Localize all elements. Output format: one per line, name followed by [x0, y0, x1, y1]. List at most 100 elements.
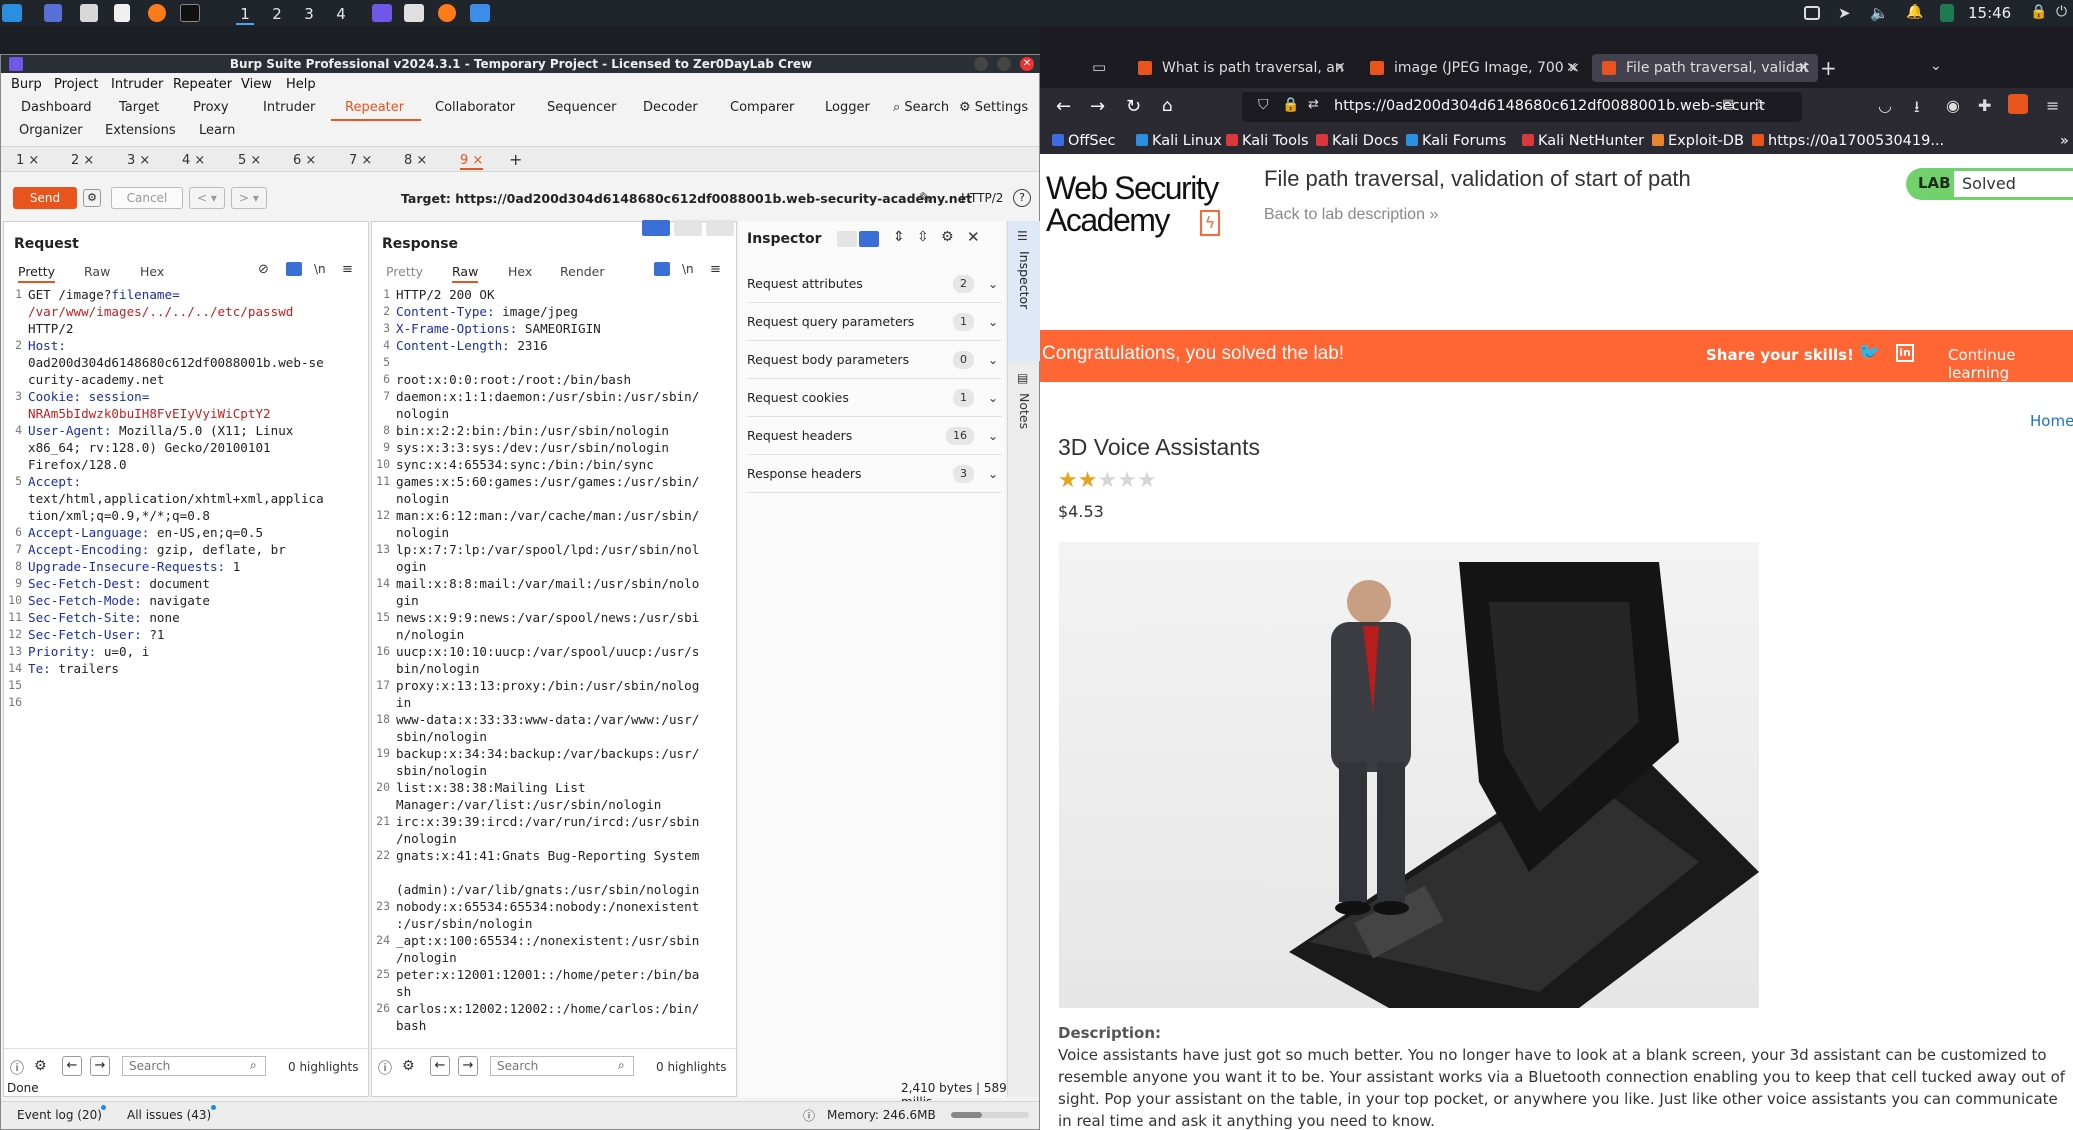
wsa-logo[interactable]: Web Security Academy ϟ: [1046, 172, 1236, 252]
menu-icon[interactable]: ≡: [710, 262, 721, 277]
cancel-button[interactable]: Cancel: [111, 187, 183, 209]
layout-split-icon[interactable]: [642, 220, 670, 236]
chevron-down-icon[interactable]: ⌄: [988, 417, 998, 455]
code-line[interactable]: Upgrade-Insecure-Requests: 1: [28, 558, 240, 575]
menu-project[interactable]: Project: [54, 77, 98, 92]
gear-icon[interactable]: ⚙: [34, 1058, 47, 1074]
code-line[interactable]: NRAm5bIdwzk0buIH8FvEIyVyiWiCptY2: [28, 405, 271, 422]
twitter-icon[interactable]: 🐦: [1858, 342, 1880, 363]
code-line[interactable]: list:x:38:38:Mailing List: [396, 779, 586, 796]
chevron-down-icon[interactable]: ⌄: [988, 455, 998, 493]
code-line[interactable]: Host:: [28, 337, 66, 354]
layout-horizontal-icon[interactable]: [674, 220, 702, 236]
repeater-tab-2[interactable]: 2 ×: [71, 153, 94, 168]
back-icon[interactable]: ←: [1056, 96, 1071, 117]
extensions-icon[interactable]: ✚: [1978, 96, 1991, 115]
bookmark-kali-tools[interactable]: Kali Tools: [1226, 133, 1309, 149]
volume-icon[interactable]: 🔈: [1870, 4, 1889, 22]
code-line[interactable]: sh: [396, 983, 411, 1000]
desktop-icon[interactable]: [44, 4, 62, 22]
code-line[interactable]: text/html,application/xhtml+xml,applica: [28, 490, 324, 507]
code-line[interactable]: daemon:x:1:1:daemon:/usr/sbin:/usr/sbin/: [396, 388, 699, 405]
code-line[interactable]: Content-Length: 2316: [396, 337, 548, 354]
kali-menu-icon[interactable]: [2, 4, 22, 22]
menu-burp[interactable]: Burp: [11, 77, 42, 92]
tab-list-icon[interactable]: ⌄: [1930, 58, 1942, 74]
forward-icon[interactable]: →: [1090, 96, 1105, 117]
code-line[interactable]: (admin):/var/lib/gnats:/usr/sbin/nologin: [396, 881, 699, 898]
maximize-button[interactable]: [997, 57, 1011, 71]
more-bookmarks-icon[interactable]: »: [2060, 133, 2069, 149]
code-line[interactable]: nologin: [396, 524, 449, 541]
inspector-section[interactable]: Request attributes 2 ⌄: [747, 265, 1002, 303]
code-line[interactable]: 0ad200d304d6148680c612df0088001b.web-se: [28, 354, 324, 371]
workspace-4[interactable]: 4: [332, 5, 350, 23]
code-line[interactable]: _apt:x:100:65534::/nonexistent:/usr/sbin: [396, 932, 699, 949]
list-view-icon[interactable]: [837, 231, 857, 247]
code-line[interactable]: sbin/nologin: [396, 728, 487, 745]
linkedin-icon[interactable]: in: [1896, 344, 1914, 362]
code-line[interactable]: Content-Type: image/jpeg: [396, 303, 578, 320]
hide-icon[interactable]: ⊘: [258, 262, 269, 277]
reload-icon[interactable]: ↻: [1126, 96, 1141, 117]
code-line[interactable]: Firefox/128.0: [28, 456, 127, 473]
code-line[interactable]: proxy:x:13:13:proxy:/bin:/usr/sbin/nolog: [396, 677, 699, 694]
menu-help[interactable]: Help: [286, 77, 316, 92]
wrap-icon[interactable]: [654, 262, 670, 276]
code-line[interactable]: sys:x:3:3:sys:/dev:/usr/sbin/nologin: [396, 439, 669, 456]
tab-intruder[interactable]: Intruder: [263, 100, 315, 115]
help-icon[interactable]: ?: [1013, 189, 1031, 207]
code-line[interactable]: news:x:9:9:news:/var/spool/news:/usr/sbi: [396, 609, 699, 626]
code-line[interactable]: carlos:x:12002:12002::/home/carlos:/bin/: [396, 1000, 699, 1017]
code-line[interactable]: irc:x:39:39:ircd:/var/run/ircd:/usr/sbin: [396, 813, 699, 830]
url-bar[interactable]: ⛉ 🔒 ⇄ https://0ad200d304d6148680c612df00…: [1242, 92, 1802, 122]
code-line[interactable]: :/usr/sbin/nologin: [396, 915, 532, 932]
bookmark-kali-linux[interactable]: Kali Linux: [1136, 133, 1222, 149]
next-match-button[interactable]: →: [458, 1056, 478, 1076]
response-tab-pretty[interactable]: Pretty: [386, 264, 423, 279]
code-line[interactable]: Accept:: [28, 473, 81, 490]
request-editor[interactable]: 1 GET /image?filename=/var/www/images/../…: [4, 286, 368, 1026]
request-tab-raw[interactable]: Raw: [84, 264, 110, 279]
code-line[interactable]: Sec-Fetch-User: ?1: [28, 626, 164, 643]
chevron-down-icon[interactable]: ⌄: [988, 379, 998, 417]
notes-icon[interactable]: ▤: [1017, 371, 1028, 385]
inspector-section[interactable]: Request headers 16 ⌄: [747, 417, 1002, 455]
code-line[interactable]: bin/nologin: [396, 660, 479, 677]
next-match-button[interactable]: →: [90, 1056, 110, 1076]
tab-learn[interactable]: Learn: [199, 123, 235, 138]
repeater-tab-5[interactable]: 5 ×: [238, 153, 261, 168]
folder-taskbar-icon[interactable]: [470, 4, 490, 22]
side-tab-notes[interactable]: Notes: [1017, 393, 1032, 429]
bookmark-star-icon[interactable]: ☆: [1752, 95, 1766, 114]
code-line[interactable]: www-data:x:33:33:www-data:/var/www:/usr/: [396, 711, 699, 728]
code-line[interactable]: x86_64; rv:128.0) Gecko/20100101: [28, 439, 271, 456]
response-search-input[interactable]: [490, 1056, 634, 1076]
code-line[interactable]: bin:x:2:2:bin:/bin:/usr/sbin/nologin: [396, 422, 669, 439]
tab-sequencer[interactable]: Sequencer: [547, 100, 616, 115]
download-icon[interactable]: ⭳: [1914, 96, 1920, 123]
browser-tab-1[interactable]: What is path traversal, an ✕: [1128, 54, 1354, 82]
code-line[interactable]: Cookie: session=: [28, 388, 149, 405]
tab-target[interactable]: Target: [119, 100, 159, 115]
code-line[interactable]: Accept-Encoding: gzip, deflate, br: [28, 541, 286, 558]
lock-icon[interactable]: 🔒: [1282, 97, 1299, 113]
code-line[interactable]: in: [396, 694, 411, 711]
repeater-tab-9[interactable]: 9 ×: [460, 153, 484, 170]
code-line[interactable]: /nologin: [396, 949, 457, 966]
response-tab-render[interactable]: Render: [560, 264, 605, 279]
power-icon[interactable]: ⏻: [2056, 4, 2067, 20]
gear-icon[interactable]: ⚙: [941, 229, 954, 245]
response-editor[interactable]: 1 HTTP/2 200 OK 2 Content-Type: image/jpeg 3…: [372, 286, 736, 1042]
shield-icon[interactable]: ⛉: [1258, 97, 1269, 113]
tab-decoder[interactable]: Decoder: [643, 100, 698, 115]
bookmark-kali-forums[interactable]: Kali Forums: [1406, 133, 1506, 149]
url-text[interactable]: https://0ad200d304d6148680c612df0088001b…: [1334, 98, 1765, 114]
burp-taskbar-icon[interactable]: [372, 4, 392, 22]
code-line[interactable]: curity-academy.net: [28, 371, 164, 388]
layout-single-icon[interactable]: [706, 220, 734, 236]
code-line[interactable]: uucp:x:10:10:uucp:/var/spool/uucp:/usr/s: [396, 643, 699, 660]
home-link[interactable]: Home: [2030, 412, 2073, 430]
code-line[interactable]: nologin: [396, 405, 449, 422]
lock-icon[interactable]: 🔒: [2030, 4, 2047, 20]
